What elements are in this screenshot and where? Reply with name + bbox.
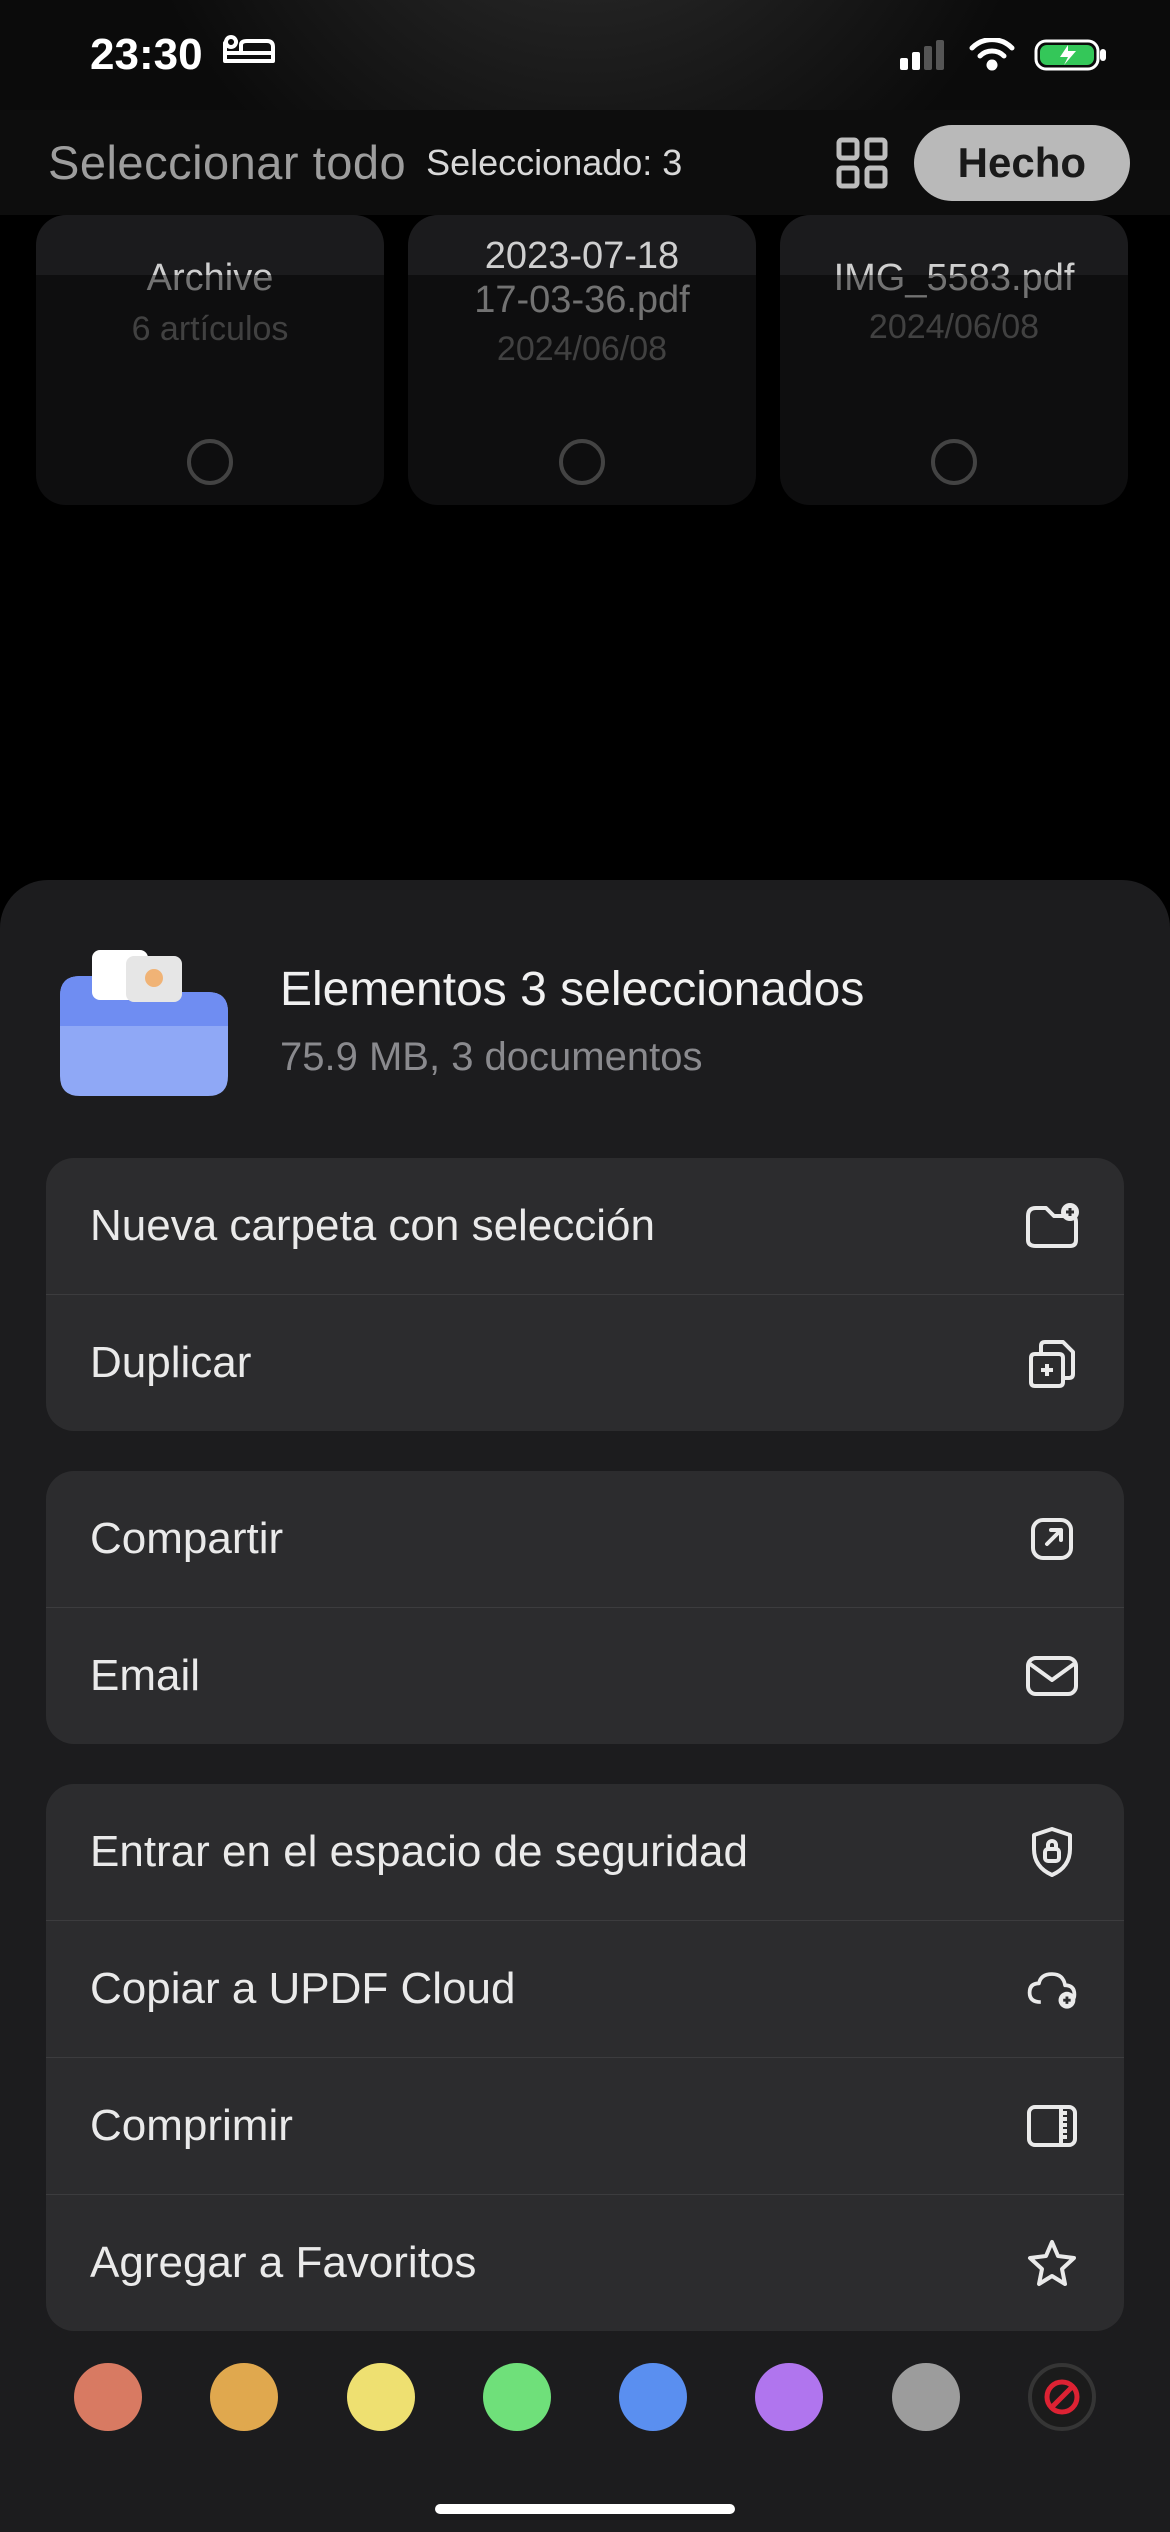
action-copy-cloud[interactable]: Copiar a UPDF Cloud <box>46 1921 1124 2058</box>
action-compress[interactable]: Comprimir <box>46 2058 1124 2195</box>
bed-icon <box>223 30 275 80</box>
color-swatch-2[interactable] <box>210 2363 278 2431</box>
star-icon <box>1024 2235 1080 2291</box>
action-favorite[interactable]: Agregar a Favoritos <box>46 2195 1124 2331</box>
color-swatch-6[interactable] <box>755 2363 823 2431</box>
color-swatch-7[interactable] <box>892 2363 960 2431</box>
action-label: Entrar en el espacio de seguridad <box>90 1827 748 1877</box>
action-share[interactable]: Compartir <box>46 1471 1124 1608</box>
view-grid-icon[interactable] <box>830 131 894 195</box>
action-duplicate[interactable]: Duplicar <box>46 1295 1124 1431</box>
shield-lock-icon <box>1024 1824 1080 1880</box>
done-button[interactable]: Hecho <box>914 125 1130 201</box>
status-bar: 23:30 <box>0 0 1170 110</box>
battery-charging-icon <box>1034 37 1110 73</box>
action-label: Email <box>90 1651 200 1701</box>
color-swatch-3[interactable] <box>347 2363 415 2431</box>
file-title-line1: 2023-07-18 <box>485 235 679 277</box>
action-label: Copiar a UPDF Cloud <box>90 1964 516 2014</box>
color-swatch-none[interactable] <box>1028 2363 1096 2431</box>
selected-count-label: Seleccionado: 3 <box>426 142 682 184</box>
duplicate-icon <box>1024 1335 1080 1391</box>
cloud-plus-icon <box>1024 1961 1080 2017</box>
action-group-2: Compartir Email <box>46 1471 1124 1744</box>
action-label: Comprimir <box>90 2101 293 2151</box>
cellular-icon <box>900 40 950 70</box>
sheet-header: Elementos 3 seleccionados 75.9 MB, 3 doc… <box>46 936 1124 1106</box>
action-label: Nueva carpeta con selección <box>90 1201 655 1251</box>
action-group-1: Nueva carpeta con selección Duplicar <box>46 1158 1124 1431</box>
folder-plus-icon <box>1024 1198 1080 1254</box>
action-group-3: Entrar en el espacio de seguridad Copiar… <box>46 1784 1124 2331</box>
color-swatch-4[interactable] <box>483 2363 551 2431</box>
color-swatch-1[interactable] <box>74 2363 142 2431</box>
folder-icon <box>48 936 238 1106</box>
selection-header: Seleccionar todo Seleccionado: 3 Hecho <box>0 110 1170 215</box>
action-new-folder[interactable]: Nueva carpeta con selección <box>46 1158 1124 1295</box>
archive-icon <box>1024 2098 1080 2154</box>
color-swatch-5[interactable] <box>619 2363 687 2431</box>
action-security-space[interactable]: Entrar en el espacio de seguridad <box>46 1784 1124 1921</box>
action-label: Agregar a Favoritos <box>90 2238 476 2288</box>
home-indicator[interactable] <box>435 2504 735 2514</box>
wifi-icon <box>968 38 1016 72</box>
share-icon <box>1024 1511 1080 1567</box>
action-label: Compartir <box>90 1514 283 1564</box>
select-all-button[interactable]: Seleccionar todo <box>48 135 406 190</box>
mail-icon <box>1024 1648 1080 1704</box>
color-tag-bar <box>0 2332 1170 2462</box>
status-time: 23:30 <box>90 30 203 80</box>
action-sheet: Elementos 3 seleccionados 75.9 MB, 3 doc… <box>0 880 1170 2532</box>
action-email[interactable]: Email <box>46 1608 1124 1744</box>
sheet-subtitle: 75.9 MB, 3 documentos <box>280 1035 864 1080</box>
action-label: Duplicar <box>90 1338 251 1388</box>
sheet-title: Elementos 3 seleccionados <box>280 962 864 1017</box>
